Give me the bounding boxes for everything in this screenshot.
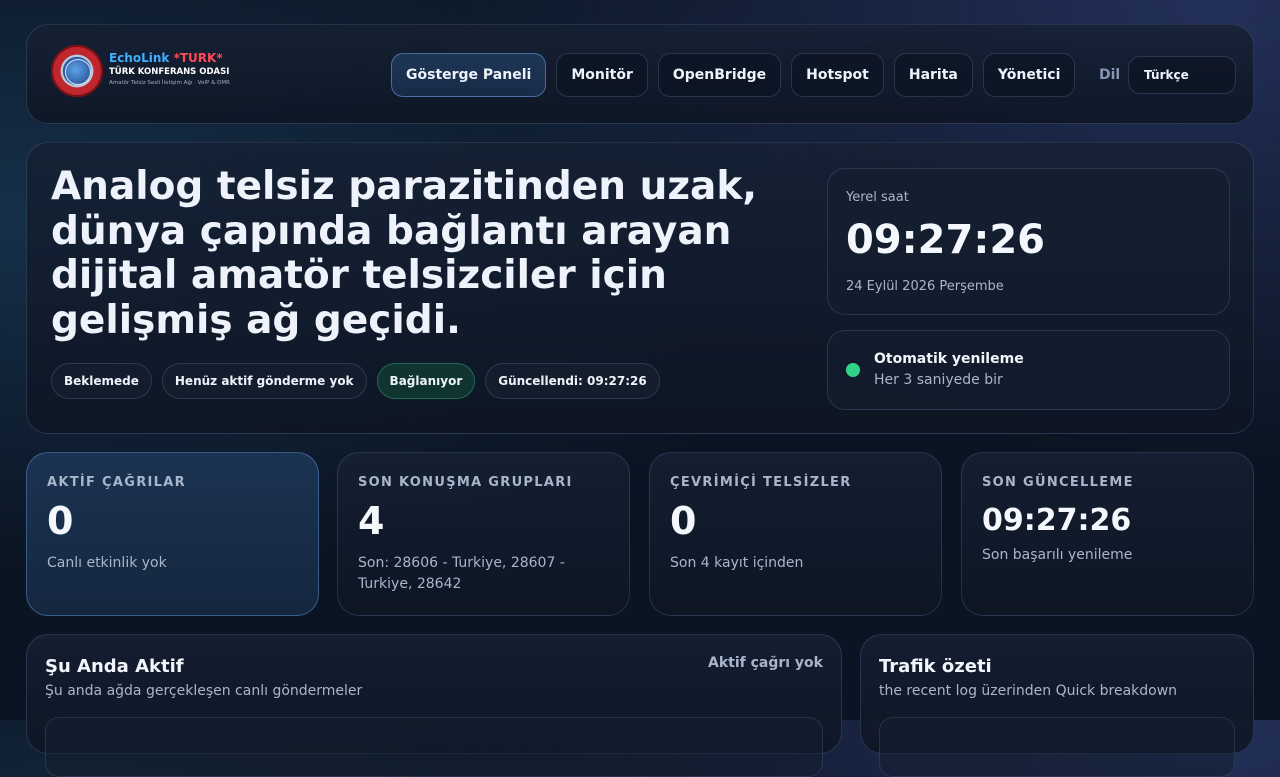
top-header: EchoLink *TURK* TÜRK KONFERANS ODASI Ama… xyxy=(26,24,1254,124)
hero-panel: Analog telsiz parazitinden uzak, dünya ç… xyxy=(26,142,1254,434)
status-chip-transmission: Henüz aktif gönderme yok xyxy=(161,363,367,399)
active-list xyxy=(45,717,823,777)
brand-title: EchoLink *TURK* xyxy=(109,51,223,65)
hero-title: Analog telsiz parazitinden uzak, dünya ç… xyxy=(51,164,758,343)
language-select[interactable]: Türkçe xyxy=(1128,56,1236,94)
stat-value: 0 xyxy=(47,499,74,543)
stat-card-online-radios: ÇEVRİMİÇİ TELSİZLER 0 Son 4 kayıt içinde… xyxy=(649,452,942,616)
stat-desc: Son 4 kayıt içinden xyxy=(670,555,804,571)
active-calls-badge: Aktif çağrı yok xyxy=(707,655,823,671)
auto-refresh-card: Otomatik yenileme Her 3 saniyede bir xyxy=(827,330,1230,410)
traffic-summary-panel: Trafik özeti the recent log üzerinden Qu… xyxy=(860,634,1254,777)
language-label: Dil xyxy=(1099,67,1121,83)
status-chip-updated: Güncellendi: 09:27:26 xyxy=(485,363,660,399)
stat-desc: Canlı etkinlik yok xyxy=(47,555,167,571)
brand-tagline: Amatör Telsiz Sesli İletişim Ağı · VoIP … xyxy=(109,80,230,86)
status-chip-connecting: Bağlanıyor xyxy=(376,363,476,399)
nav-hotspot[interactable]: Hotspot xyxy=(791,53,884,97)
stat-value: 4 xyxy=(358,499,385,543)
globe-seal-icon xyxy=(51,45,103,97)
clock-date: 24 Eylül 2026 Perşembe xyxy=(846,279,1004,294)
active-now-panel: Şu Anda Aktif Şu anda ağda gerçekleşen c… xyxy=(26,634,842,777)
status-dot-icon xyxy=(846,363,860,377)
stat-card-last-update: SON GÜNCELLEME 09:27:26 Son başarılı yen… xyxy=(961,452,1254,616)
nav-map[interactable]: Harita xyxy=(893,53,973,97)
main-nav: Gösterge Paneli Monitör OpenBridge Hotsp… xyxy=(391,53,1076,97)
brand-logo[interactable]: EchoLink *TURK* TÜRK KONFERANS ODASI Ama… xyxy=(51,45,251,101)
traffic-list xyxy=(879,717,1235,777)
refresh-interval: Her 3 saniyede bir xyxy=(874,372,1003,388)
clock-label: Yerel saat xyxy=(846,190,909,205)
nav-openbridge[interactable]: OpenBridge xyxy=(657,53,782,97)
status-chip-idle: Beklemede xyxy=(51,363,152,399)
stat-desc: Son: 28606 - Turkiye, 28607 - Turkiye, 2… xyxy=(358,555,565,592)
clock-time: 09:27:26 xyxy=(846,217,1045,263)
stat-desc: Son başarılı yenileme xyxy=(982,547,1133,563)
nav-dashboard[interactable]: Gösterge Paneli xyxy=(391,53,547,97)
status-chips: Beklemede Henüz aktif gönderme yok Bağla… xyxy=(51,363,660,399)
nav-monitor[interactable]: Monitör xyxy=(556,53,648,97)
stat-label: SON GÜNCELLEME xyxy=(982,475,1134,490)
refresh-title: Otomatik yenileme xyxy=(874,351,1024,367)
stat-label: ÇEVRİMİÇİ TELSİZLER xyxy=(670,475,852,490)
brand-subtitle: TÜRK KONFERANS ODASI xyxy=(109,67,230,77)
stat-label: AKTİF ÇAĞRILAR xyxy=(47,475,186,490)
nav-admin[interactable]: Yönetici xyxy=(982,53,1076,97)
section-title: Şu Anda Aktif xyxy=(45,656,184,677)
stat-value: 0 xyxy=(670,499,697,543)
stat-card-active-calls: AKTİF ÇAĞRILAR 0 Canlı etkinlik yok xyxy=(26,452,319,616)
stat-value: 09:27:26 xyxy=(982,503,1132,538)
local-clock-card: Yerel saat 09:27:26 24 Eylül 2026 Perşem… xyxy=(827,168,1230,315)
stat-label: SON KONUŞMA GRUPLARI xyxy=(358,475,573,490)
section-subtitle: the recent log üzerinden Quick breakdown xyxy=(879,683,1178,699)
section-subtitle: Şu anda ağda gerçekleşen canlı göndermel… xyxy=(45,683,363,699)
stat-card-talkgroups: SON KONUŞMA GRUPLARI 4 Son: 28606 - Turk… xyxy=(337,452,630,616)
section-title: Trafik özeti xyxy=(879,656,992,677)
